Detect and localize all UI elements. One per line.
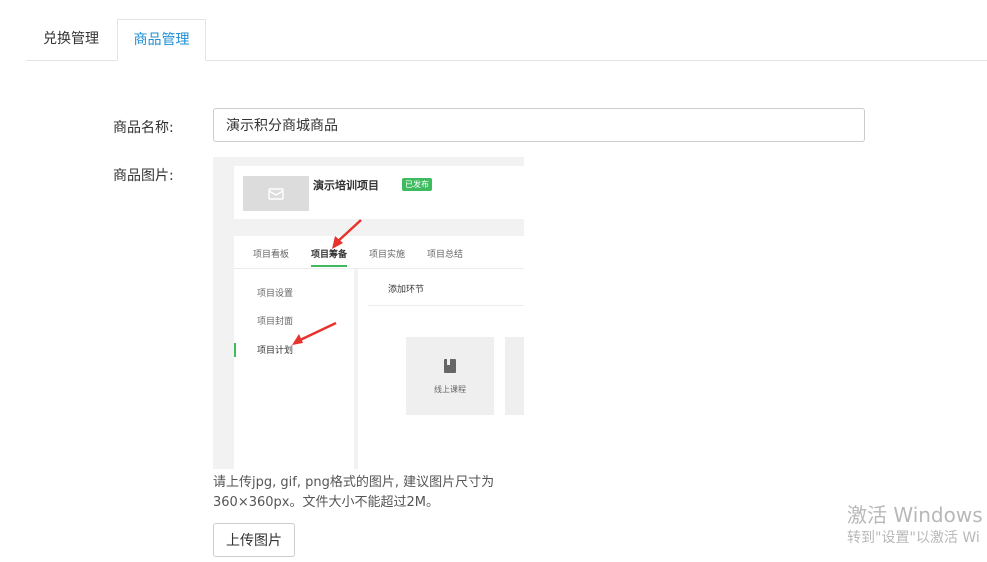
goods-name-label: 商品名称: xyxy=(113,120,174,136)
tab-goods-management[interactable]: 商品管理 xyxy=(117,19,206,61)
upload-hint-line: 请上传jpg, gif, png格式的图片, 建议图片尺寸为 xyxy=(213,475,495,490)
goods-image-preview: 演示培训项目 已发布 项目看板 项目筹备 项目实施 项目总结 项目设置 项目封面… xyxy=(213,157,524,469)
red-arrow-annotations xyxy=(292,219,362,345)
goods-image-label: 商品图片: xyxy=(113,168,174,184)
upload-hint: 请上传jpg, gif, png格式的图片, 建议图片尺寸为 360×360px… xyxy=(213,473,523,513)
red-arrow-icon xyxy=(332,219,362,249)
tab-bar: 兑换管理 商品管理 xyxy=(26,19,987,61)
red-arrow-icon xyxy=(292,321,337,345)
upload-image-button[interactable]: 上传图片 xyxy=(213,523,295,557)
goods-name-input[interactable] xyxy=(213,108,865,142)
upload-hint-line: 360×360px。文件大小不能超过2M。 xyxy=(213,495,439,510)
tab-exchange-management[interactable]: 兑换管理 xyxy=(26,19,116,60)
windows-activation-watermark-title: 激活 Windows xyxy=(847,503,983,527)
windows-activation-watermark-subtitle: 转到"设置"以激活 Wi xyxy=(847,530,980,546)
